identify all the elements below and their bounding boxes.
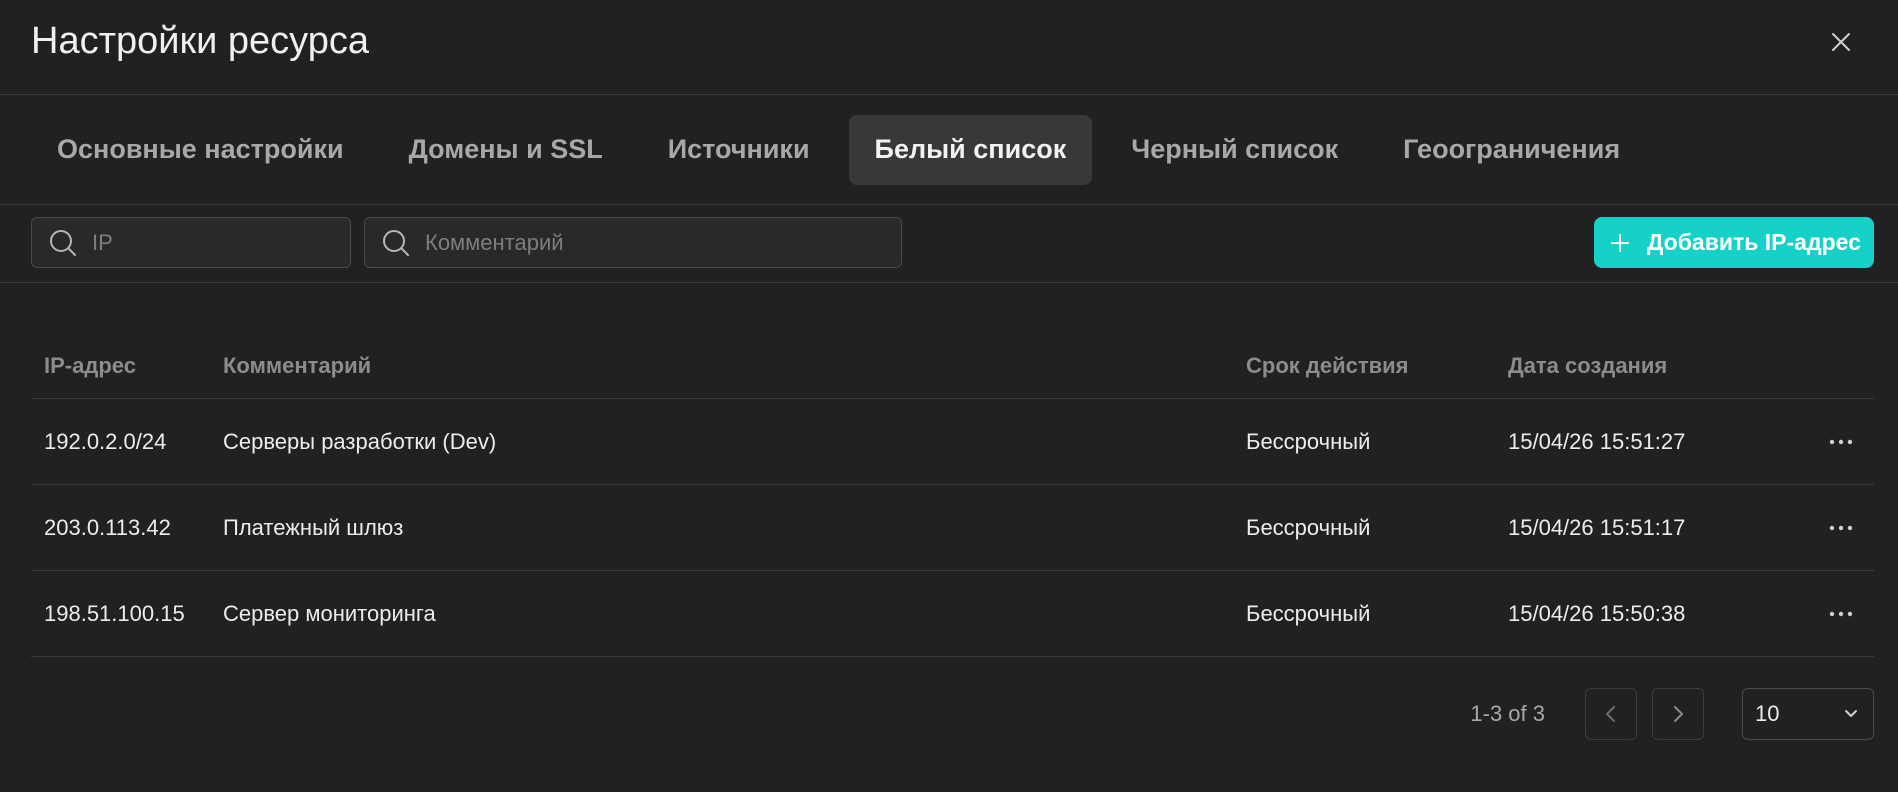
cell-expiration: Бессрочный — [1246, 600, 1371, 626]
close-icon — [1832, 33, 1850, 51]
filter-bar: Добавить IP-адрес — [0, 205, 1898, 283]
next-page-button[interactable] — [1652, 688, 1704, 740]
column-header-comment[interactable]: Комментарий — [223, 353, 1246, 379]
table-row[interactable]: 198.51.100.15 Сервер мониторинга Бессроч… — [31, 571, 1874, 657]
page-size-value: 10 — [1755, 701, 1780, 726]
pagination: 1-3 of 3 10 — [1470, 688, 1874, 740]
cell-ip: 198.51.100.15 — [44, 600, 185, 626]
cell-ip: 192.0.2.0/24 — [44, 428, 167, 454]
row-actions-button[interactable] — [1808, 524, 1874, 532]
prev-page-button[interactable] — [1585, 688, 1637, 740]
more-horizontal-icon — [1829, 611, 1853, 616]
cell-comment: Сервер мониторинга — [223, 600, 436, 626]
comment-search-input[interactable] — [423, 228, 901, 257]
row-actions-button[interactable] — [1808, 438, 1874, 446]
cell-created: 15/04/26 15:51:27 — [1508, 428, 1686, 454]
column-header-created[interactable]: Дата создания — [1508, 353, 1808, 379]
table-row[interactable]: 203.0.113.42 Платежный шлюз Бессрочный 1… — [31, 485, 1874, 571]
search-icon — [50, 229, 76, 256]
dialog-title: Настройки ресурса — [31, 20, 369, 62]
chevron-right-icon — [1674, 706, 1683, 722]
column-header-expiration[interactable]: Срок действия — [1246, 353, 1508, 379]
cell-comment: Серверы разработки (Dev) — [223, 428, 497, 454]
search-icon — [383, 229, 409, 256]
cell-expiration: Бессрочный — [1246, 514, 1371, 540]
column-header-ip[interactable]: IP-адрес — [31, 353, 223, 379]
tab-bar: Основные настройки Домены и SSL Источник… — [0, 95, 1898, 205]
add-ip-button[interactable]: Добавить IP-адрес — [1594, 217, 1874, 268]
row-actions-button[interactable] — [1808, 610, 1874, 618]
comment-search-field[interactable] — [364, 217, 902, 268]
close-button[interactable] — [1826, 27, 1856, 57]
plus-icon — [1609, 232, 1631, 254]
cell-expiration: Бессрочный — [1246, 428, 1371, 454]
cell-created: 15/04/26 15:50:38 — [1508, 600, 1686, 626]
page-size-select[interactable]: 10 — [1742, 688, 1874, 740]
dialog-header: Настройки ресурса — [0, 0, 1898, 95]
table-row[interactable]: 192.0.2.0/24 Серверы разработки (Dev) Бе… — [31, 399, 1874, 485]
more-horizontal-icon — [1829, 525, 1853, 530]
chevron-left-icon — [1606, 706, 1615, 722]
more-horizontal-icon — [1829, 439, 1853, 444]
tab-blacklist[interactable]: Черный список — [1105, 115, 1364, 185]
ip-search-input[interactable] — [90, 228, 350, 257]
ip-search-field[interactable] — [31, 217, 351, 268]
whitelist-table: IP-адрес Комментарий Срок действия Дата … — [31, 333, 1874, 657]
chevron-down-icon — [1845, 710, 1857, 717]
cell-ip: 203.0.113.42 — [44, 514, 171, 540]
pagination-range: 1-3 of 3 — [1470, 701, 1545, 726]
tab-general-settings[interactable]: Основные настройки — [31, 115, 370, 185]
tab-domains-ssl[interactable]: Домены и SSL — [383, 115, 629, 185]
tab-sources[interactable]: Источники — [642, 115, 836, 185]
cell-comment: Платежный шлюз — [223, 514, 404, 540]
add-ip-button-label: Добавить IP-адрес — [1647, 229, 1861, 255]
table-header: IP-адрес Комментарий Срок действия Дата … — [31, 333, 1874, 399]
tab-whitelist[interactable]: Белый список — [848, 114, 1093, 185]
cell-created: 15/04/26 15:51:17 — [1508, 514, 1686, 540]
tab-geo-restrictions[interactable]: Геоограничения — [1377, 115, 1646, 185]
